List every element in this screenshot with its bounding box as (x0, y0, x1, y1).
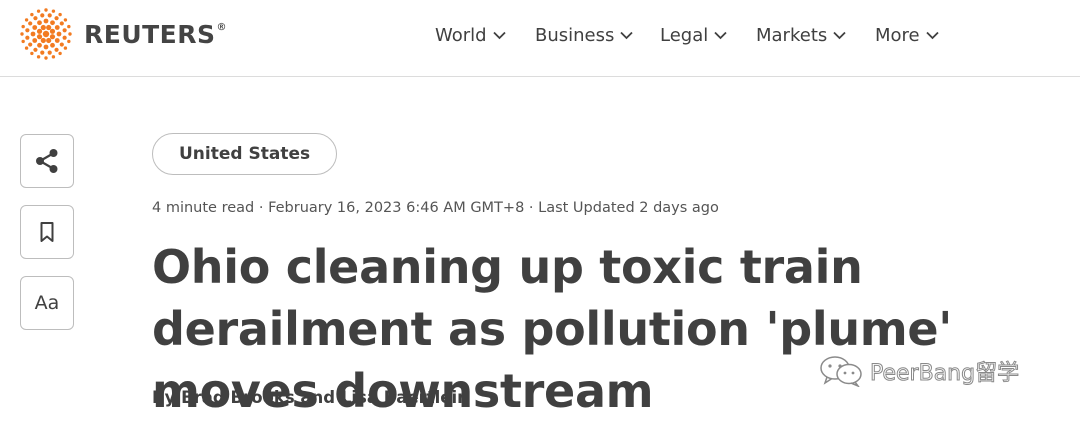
logo-dot (24, 18, 29, 22)
logo-dot (43, 44, 49, 50)
logo-dot (62, 35, 67, 40)
logo-dot (25, 35, 30, 40)
byline-joiner: and (294, 388, 341, 407)
logo-dot (43, 18, 49, 24)
logo-dot (44, 8, 48, 12)
nav-more[interactable]: More (875, 22, 939, 48)
nav-markets[interactable]: Markets (756, 22, 846, 48)
logo-dot (47, 50, 52, 55)
logo-dot (30, 31, 36, 37)
logo-dot (36, 28, 43, 34)
nav-business-label: Business (535, 24, 615, 46)
nav-legal-label: Legal (660, 24, 709, 46)
logo-dot (24, 46, 29, 50)
logo-dot (30, 12, 34, 17)
logo-dot (21, 24, 25, 29)
nav-world-label: World (435, 24, 487, 46)
logo-dot (58, 51, 62, 56)
site-header: REUTERS® World Business Legal Markets Mo… (0, 0, 1080, 77)
logo-dot (68, 32, 72, 36)
logo-dot (32, 25, 38, 30)
byline: By Brad Brooks and Lisa Baertlein (152, 388, 469, 407)
logo-dot (49, 28, 56, 34)
watermark-text: PeerBang留学 (869, 361, 1020, 387)
author-link-lisa-baertlein[interactable]: Lisa Baertlein (341, 388, 469, 407)
logo-dot (33, 16, 38, 21)
chevron-down-icon (925, 31, 939, 39)
text-size-button[interactable]: Aa (20, 276, 74, 330)
chevron-down-icon (492, 31, 506, 39)
logo-dot (50, 42, 55, 48)
logo-dot (59, 21, 64, 26)
text-size-label: Aa (34, 292, 60, 314)
logo-dot (28, 21, 33, 26)
logo-dot (40, 37, 46, 44)
logo-dot (63, 46, 68, 50)
logo-dot (40, 13, 45, 18)
brand-name: REUTERS® (84, 19, 228, 49)
logo-dot (46, 37, 52, 44)
logo-dot (36, 34, 43, 40)
logo-dot (21, 39, 25, 44)
logo-dot (51, 9, 56, 13)
chevron-down-icon (833, 31, 846, 39)
logo-dot (32, 38, 38, 43)
article-meta: 4 minute read · February 16, 2023 6:46 A… (152, 200, 719, 216)
chevron-down-icon (714, 31, 727, 39)
logo-dot (51, 55, 56, 59)
logo-dot (36, 9, 41, 13)
logo-dot (67, 24, 71, 29)
nav-markets-label: Markets (756, 24, 828, 46)
logo-dot (58, 12, 62, 17)
logo-dot (44, 56, 48, 60)
logo-dot (67, 39, 71, 44)
byline-prefix: By (152, 388, 182, 407)
logo-dot (40, 24, 46, 31)
nav-business[interactable]: Business (535, 22, 634, 48)
nav-world[interactable]: World (435, 22, 506, 48)
reuters-logo[interactable]: REUTERS® (20, 8, 228, 60)
logo-dot (47, 13, 52, 18)
logo-dot (36, 55, 41, 59)
reuters-logo-icon (20, 8, 72, 60)
watermark: PeerBang留学 (818, 355, 1020, 387)
logo-dot (30, 51, 34, 56)
author-link-brad-brooks[interactable]: Brad Brooks (181, 388, 295, 407)
logo-dot (50, 20, 55, 26)
logo-dot (59, 42, 64, 47)
logo-dot (46, 24, 52, 31)
nav-legal[interactable]: Legal (660, 22, 727, 48)
logo-dot (54, 16, 59, 21)
logo-dot (49, 34, 56, 40)
logo-dot (54, 38, 60, 43)
logo-dot (42, 30, 50, 38)
logo-dot (40, 50, 45, 55)
logo-dot (56, 31, 62, 37)
logo-dot (37, 42, 42, 48)
logo-dot (33, 47, 38, 52)
logo-dot (63, 18, 68, 22)
section-tag-united-states[interactable]: United States (152, 133, 338, 175)
bookmark-button[interactable] (20, 205, 74, 259)
logo-dot (54, 47, 59, 52)
logo-dot (25, 28, 30, 33)
share-icon (36, 149, 58, 173)
share-button[interactable] (20, 134, 74, 188)
logo-dot (20, 32, 24, 36)
nav-more-label: More (875, 24, 920, 46)
registered-mark: ® (216, 21, 228, 33)
chevron-down-icon (620, 31, 634, 39)
logo-dot (62, 28, 67, 33)
logo-dot (28, 42, 33, 47)
wechat-icon (820, 356, 862, 387)
logo-dot (37, 20, 42, 26)
bookmark-icon (40, 222, 54, 242)
logo-dot (54, 25, 60, 30)
